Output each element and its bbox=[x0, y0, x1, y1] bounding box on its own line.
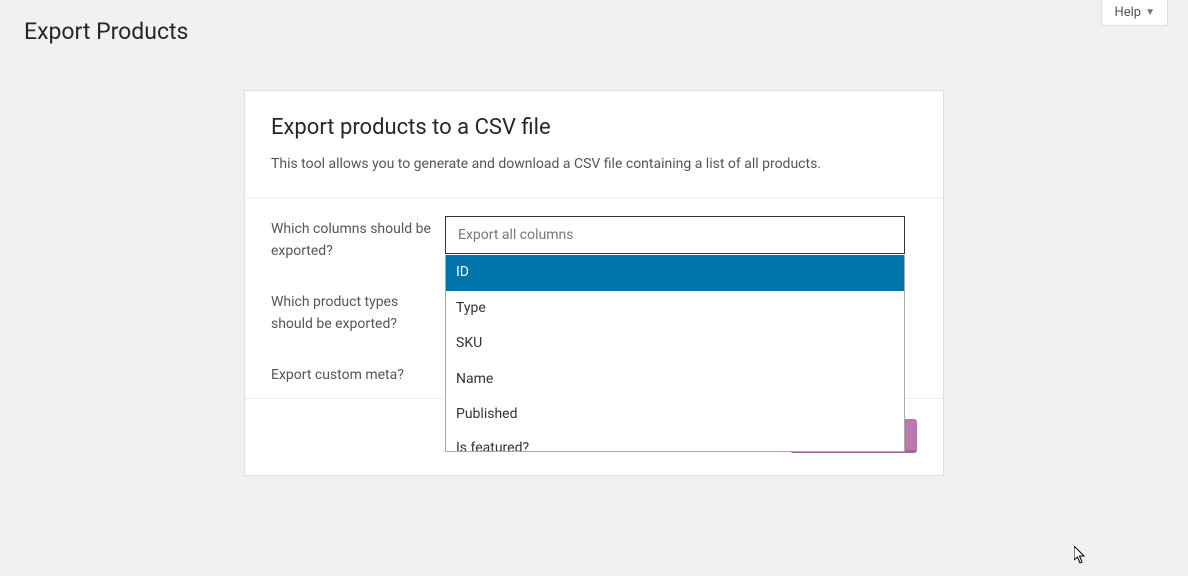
option-name[interactable]: Name bbox=[446, 362, 904, 398]
label-custom-meta: Export custom meta? bbox=[271, 362, 445, 386]
help-tab[interactable]: Help ▼ bbox=[1101, 0, 1168, 26]
columns-dropdown-list[interactable]: ID Type SKU Name Published Is featured? bbox=[446, 255, 904, 451]
columns-select-input[interactable]: Export all columns bbox=[445, 216, 905, 254]
option-is-featured[interactable]: Is featured? bbox=[446, 433, 904, 451]
option-type[interactable]: Type bbox=[446, 291, 904, 327]
label-product-types: Which product types should be exported? bbox=[271, 289, 445, 336]
panel-body: Which columns should be exported? Export… bbox=[245, 198, 943, 398]
option-published[interactable]: Published bbox=[446, 397, 904, 433]
panel-description: This tool allows you to generate and dow… bbox=[271, 154, 917, 175]
page-title: Export Products bbox=[20, 0, 188, 45]
option-sku[interactable]: SKU bbox=[446, 326, 904, 362]
columns-dropdown: ID Type SKU Name Published Is featured? bbox=[445, 255, 905, 452]
option-id[interactable]: ID bbox=[446, 255, 904, 291]
panel-header: Export products to a CSV file This tool … bbox=[245, 91, 943, 198]
help-label: Help bbox=[1114, 5, 1141, 20]
caret-down-icon: ▼ bbox=[1145, 7, 1155, 18]
row-columns: Which columns should be exported? Export… bbox=[245, 198, 943, 275]
export-panel: Export products to a CSV file This tool … bbox=[244, 90, 944, 476]
mouse-cursor-icon bbox=[1074, 546, 1088, 568]
panel-title: Export products to a CSV file bbox=[271, 115, 917, 140]
label-columns: Which columns should be exported? bbox=[271, 216, 445, 263]
